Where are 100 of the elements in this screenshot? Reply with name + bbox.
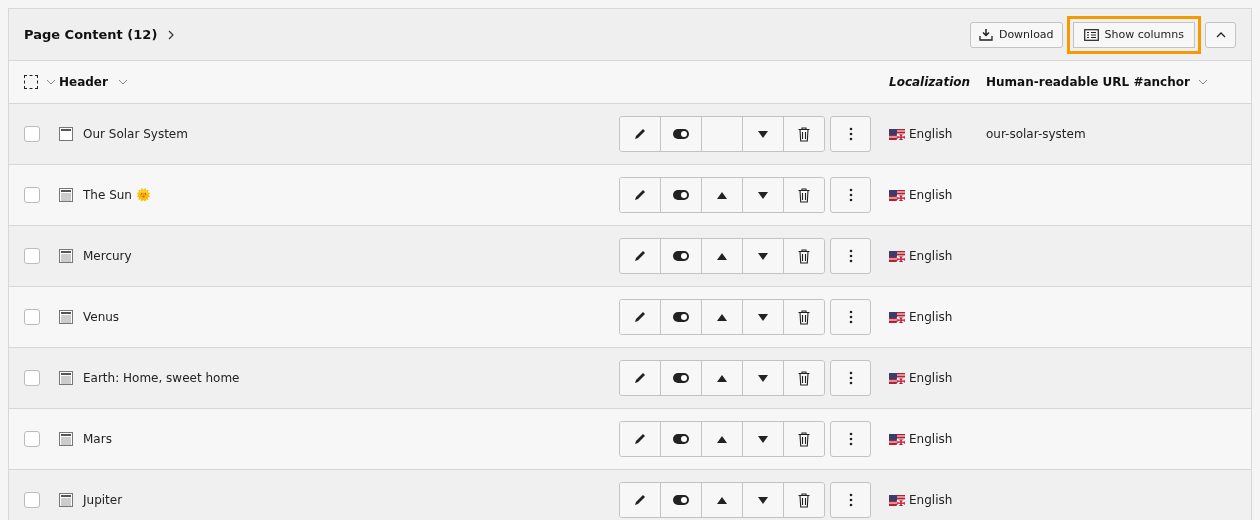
toggle-visibility-button[interactable] <box>661 361 702 395</box>
triangle-up-icon <box>717 435 727 443</box>
row-checkbox[interactable] <box>24 126 40 142</box>
triangle-down-icon <box>758 435 768 443</box>
row-title[interactable]: Mars <box>83 432 112 446</box>
row-title[interactable]: The Sun 🌞 <box>83 188 151 202</box>
trash-icon <box>798 431 810 447</box>
triangle-down-icon <box>758 191 768 199</box>
trash-icon <box>798 126 810 142</box>
more-icon <box>848 127 853 141</box>
triangle-up-icon <box>717 374 727 382</box>
show-columns-button[interactable]: Show columns <box>1066 15 1201 54</box>
chevron-down-icon[interactable] <box>46 79 56 85</box>
flag-icon <box>889 250 905 262</box>
move-down-button[interactable] <box>743 483 784 517</box>
pencil-icon <box>633 432 647 446</box>
trash-icon <box>798 492 810 508</box>
text-element-icon <box>59 310 73 324</box>
language-label: English <box>909 493 953 507</box>
triangle-down-icon <box>758 252 768 260</box>
row-title[interactable]: Our Solar System <box>83 127 188 141</box>
row-checkbox[interactable] <box>24 248 40 264</box>
toggle-icon <box>673 373 689 383</box>
flag-icon <box>889 189 905 201</box>
download-button[interactable]: Download <box>969 21 1063 48</box>
toggle-visibility-button[interactable] <box>661 483 702 517</box>
row-title[interactable]: Mercury <box>83 249 132 263</box>
text-element-icon <box>59 188 73 202</box>
delete-button[interactable] <box>784 483 824 517</box>
language-label: English <box>909 310 953 324</box>
row-checkbox[interactable] <box>24 309 40 325</box>
row-title[interactable]: Earth: Home, sweet home <box>83 371 240 385</box>
triangle-up-icon <box>717 313 727 321</box>
header-element-icon <box>59 127 73 141</box>
trash-icon <box>798 309 810 325</box>
delete-button[interactable] <box>784 239 824 273</box>
toggle-visibility-button[interactable] <box>661 239 702 273</box>
pencil-icon <box>633 310 647 324</box>
more-icon <box>848 493 853 507</box>
text-element-icon <box>59 432 73 446</box>
toggle-icon <box>673 312 689 322</box>
more-icon <box>848 432 853 446</box>
more-icon <box>848 371 853 385</box>
pencil-icon <box>633 371 647 385</box>
row-title[interactable]: Jupiter <box>83 493 123 507</box>
move-up-button[interactable] <box>702 361 743 395</box>
text-element-icon <box>59 371 73 385</box>
more-icon <box>848 188 853 202</box>
move-down-button[interactable] <box>743 117 784 151</box>
toggle-icon <box>673 434 689 444</box>
pencil-icon <box>633 249 647 263</box>
row-title[interactable]: Venus <box>83 310 120 324</box>
toggle-icon <box>673 190 689 200</box>
download-icon <box>978 28 993 41</box>
language-label: English <box>909 432 953 446</box>
column-header: Localization <box>889 75 971 89</box>
language-label: English <box>909 249 953 263</box>
move-up-button[interactable] <box>702 483 743 517</box>
language-label: English <box>909 188 953 202</box>
text-element-icon <box>59 493 73 507</box>
chevron-down-icon[interactable] <box>1197 79 1208 85</box>
flag-icon <box>889 433 905 445</box>
select-all-checkbox[interactable] <box>24 75 38 89</box>
triangle-down-icon <box>758 130 768 138</box>
list-icon <box>1083 28 1099 41</box>
collapse-button[interactable] <box>1205 21 1236 48</box>
move-down-button[interactable] <box>743 239 784 273</box>
toggle-icon <box>673 251 689 261</box>
toggle-visibility-button[interactable] <box>661 117 702 151</box>
more-icon <box>848 249 853 263</box>
pencil-icon <box>633 127 647 141</box>
flag-icon <box>889 372 905 384</box>
chevron-right-icon[interactable] <box>167 29 176 40</box>
row-checkbox[interactable] <box>24 492 40 508</box>
delete-button[interactable] <box>784 361 824 395</box>
triangle-down-icon <box>758 374 768 382</box>
column-header[interactable]: Header <box>59 75 108 89</box>
chevron-down-icon[interactable] <box>117 79 128 85</box>
flag-icon <box>889 128 905 140</box>
move-down-button[interactable] <box>743 361 784 395</box>
triangle-down-icon <box>758 496 768 504</box>
move-up-button[interactable] <box>702 239 743 273</box>
triangle-up-icon <box>717 252 727 260</box>
row-checkbox[interactable] <box>24 370 40 386</box>
language-label: English <box>909 127 953 141</box>
language-label: English <box>909 371 953 385</box>
trash-icon <box>798 187 810 203</box>
triangle-down-icon <box>758 313 768 321</box>
triangle-up-icon <box>717 191 727 199</box>
flag-icon <box>889 494 905 506</box>
row-checkbox[interactable] <box>24 431 40 447</box>
more-icon <box>848 310 853 324</box>
row-checkbox[interactable] <box>24 187 40 203</box>
column-header[interactable]: Human-readable URL #anchor <box>986 75 1190 89</box>
toggle-icon <box>673 129 689 139</box>
panel-title: Page Content (12) <box>24 27 158 42</box>
pencil-icon <box>633 188 647 202</box>
toggle-icon <box>673 495 689 505</box>
triangle-up-icon <box>717 496 727 504</box>
delete-button[interactable] <box>784 117 824 151</box>
